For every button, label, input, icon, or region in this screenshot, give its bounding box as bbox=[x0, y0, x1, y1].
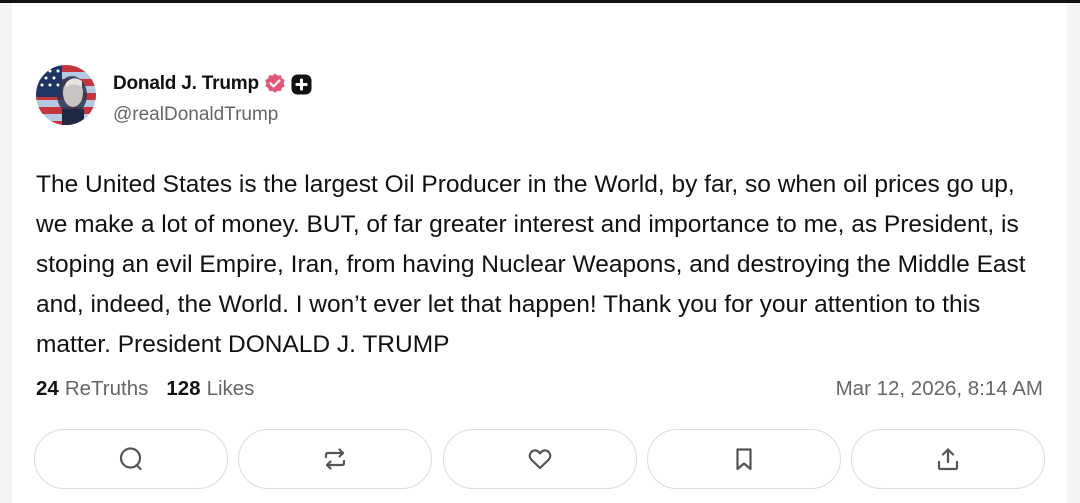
reply-icon bbox=[119, 447, 142, 471]
share-button[interactable] bbox=[851, 429, 1045, 489]
author-handle[interactable]: @realDonaldTrump bbox=[113, 104, 312, 126]
post-header: Donald J. Trump @realDonaldTrump bbox=[36, 65, 312, 126]
action-bar bbox=[34, 429, 1045, 489]
likes-count: 128 bbox=[166, 377, 201, 400]
likes-label: Likes bbox=[206, 377, 255, 400]
retruths-count: 24 bbox=[36, 377, 59, 400]
avatar-image bbox=[36, 65, 96, 125]
engagement-stats: 24 ReTruths 128 Likes bbox=[36, 377, 272, 401]
avatar[interactable] bbox=[36, 65, 96, 125]
like-button[interactable] bbox=[442, 429, 637, 489]
verified-badge-icon bbox=[263, 72, 287, 96]
reply-button[interactable] bbox=[34, 429, 228, 489]
plus-badge-icon bbox=[291, 74, 312, 95]
page: Donald J. Trump @realDonaldTrump The Uni… bbox=[0, 0, 1080, 503]
likes-stat[interactable]: 128 Likes bbox=[166, 377, 254, 401]
retruths-stat[interactable]: 24 ReTruths bbox=[36, 377, 148, 401]
retruths-label: ReTruths bbox=[64, 377, 149, 400]
author-identity: Donald J. Trump @realDonaldTrump bbox=[113, 72, 312, 126]
like-icon bbox=[528, 449, 551, 470]
post-card: Donald J. Trump @realDonaldTrump The Uni… bbox=[12, 3, 1067, 503]
share-icon bbox=[937, 448, 959, 471]
retruth-icon bbox=[325, 448, 346, 470]
bookmark-icon bbox=[736, 448, 752, 471]
post-body-text: The United States is the largest Oil Pro… bbox=[36, 171, 1026, 358]
retruth-button[interactable] bbox=[238, 429, 433, 489]
bookmark-button[interactable] bbox=[646, 429, 841, 489]
post-timestamp[interactable]: Mar 12, 2026, 8:14 AM bbox=[836, 377, 1043, 401]
author-display-name[interactable]: Donald J. Trump bbox=[113, 73, 259, 95]
name-row: Donald J. Trump bbox=[113, 72, 312, 96]
